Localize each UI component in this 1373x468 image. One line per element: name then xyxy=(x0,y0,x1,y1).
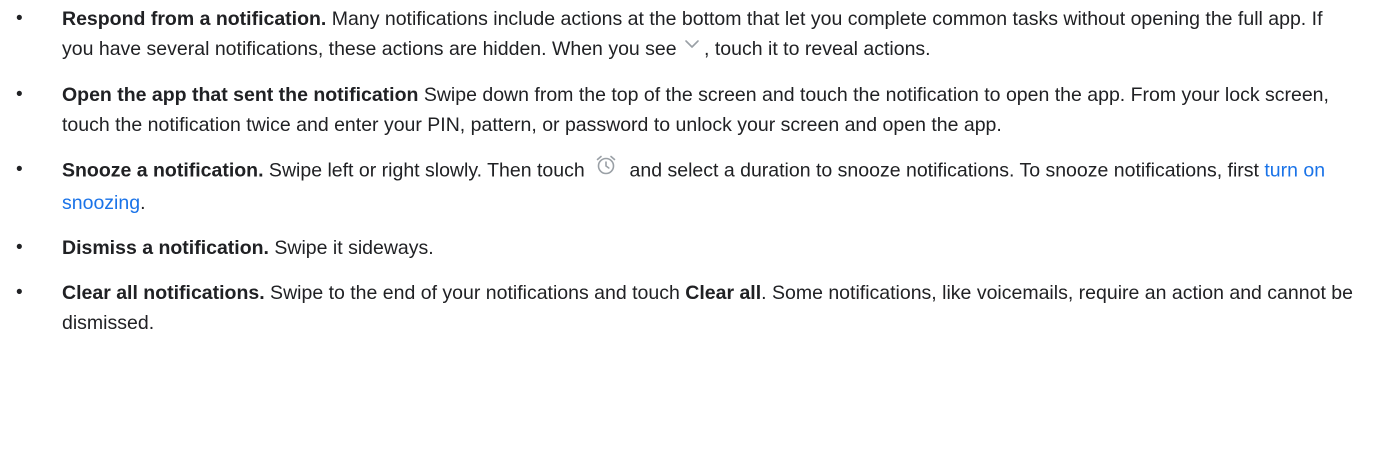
list-item: • Snooze a notification. Swipe left or r… xyxy=(0,155,1373,218)
bullet: • xyxy=(16,281,23,303)
alarm-clock-icon xyxy=(590,153,624,186)
chevron-down-icon xyxy=(682,33,704,63)
item-text: . xyxy=(140,191,146,214)
item-heading: Snooze a notification. xyxy=(62,159,264,182)
list-item: • Clear all notifications. Swipe to the … xyxy=(0,278,1373,338)
list-item: • Dismiss a notification. Swipe it sidew… xyxy=(0,233,1373,263)
item-text: and select a duration to snooze notifica… xyxy=(624,159,1265,182)
item-heading: Clear all notifications. xyxy=(62,281,265,304)
item-text: , touch it to reveal actions. xyxy=(704,38,931,60)
item-text: Swipe left or right slowly. Then touch xyxy=(263,159,591,182)
clear-all-label: Clear all xyxy=(685,281,762,304)
item-text: Swipe it sideways. xyxy=(268,236,434,259)
bullet: • xyxy=(16,236,23,258)
item-heading: Open the app that sent the notification xyxy=(62,83,419,106)
notification-tips-list: • Respond from a notification. Many noti… xyxy=(0,4,1373,338)
bullet: • xyxy=(16,83,23,105)
list-item: • Open the app that sent the notificatio… xyxy=(0,80,1373,140)
bullet: • xyxy=(16,8,23,29)
list-item: • Respond from a notification. Many noti… xyxy=(0,4,1373,65)
bullet: • xyxy=(16,158,23,180)
item-heading: Dismiss a notification. xyxy=(62,236,269,259)
item-text: Swipe to the end of your notifications a… xyxy=(264,281,686,304)
item-heading: Respond from a notification. xyxy=(62,8,327,30)
